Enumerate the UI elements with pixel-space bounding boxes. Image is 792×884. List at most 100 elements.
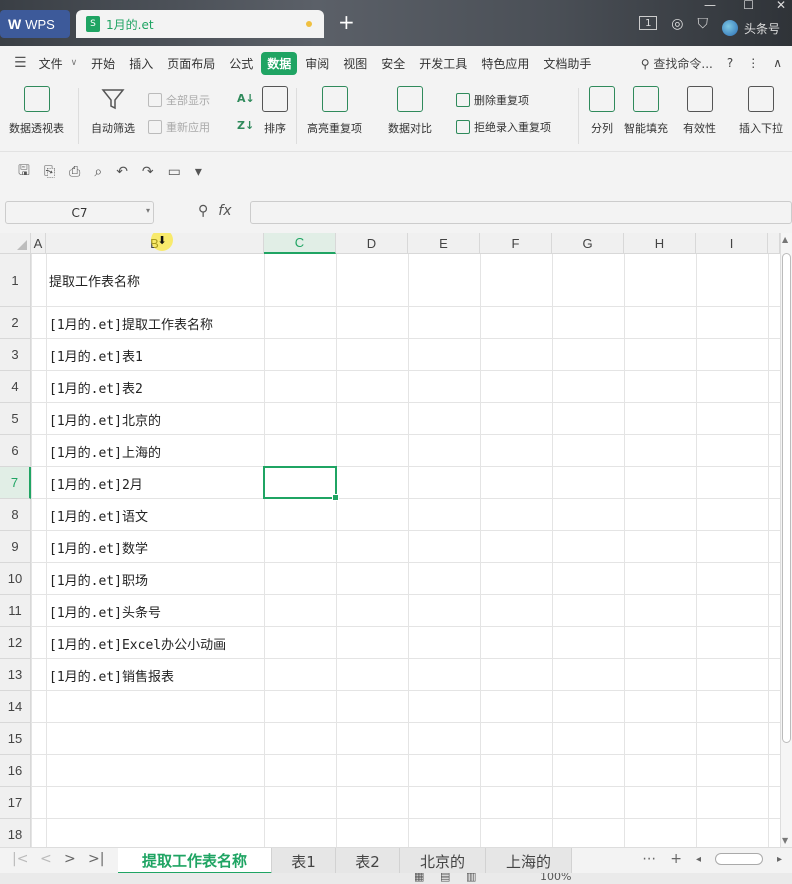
next-sheet-icon[interactable]: > xyxy=(64,851,76,867)
formula-input[interactable] xyxy=(250,201,792,224)
zoom-icon[interactable]: ⚲ xyxy=(198,203,208,219)
print-icon[interactable]: ⎙ xyxy=(69,164,80,180)
data-validation-button[interactable]: 有效性 xyxy=(683,86,716,136)
insert-dropdown-button[interactable]: 插入下拉 xyxy=(739,86,783,136)
menu-home[interactable]: 开始 xyxy=(85,52,121,75)
sort-ascending-button[interactable]: A↓ xyxy=(237,92,255,105)
cell-b10[interactable]: [1月的.et]职场 xyxy=(46,563,264,595)
chevron-down-icon[interactable]: ▾ xyxy=(146,206,150,215)
cell-b3[interactable]: [1月的.et]表1 xyxy=(46,339,264,371)
menu-file[interactable]: 文件 xyxy=(33,52,69,75)
menu-insert[interactable]: 插入 xyxy=(123,52,159,75)
page-break-view-icon[interactable]: ▥ xyxy=(466,873,476,883)
column-header-g[interactable]: G xyxy=(552,233,624,254)
cell-b16[interactable] xyxy=(46,755,264,787)
column-header-i[interactable]: I xyxy=(696,233,768,254)
cell-b13[interactable]: [1月的.et]销售报表 xyxy=(46,659,264,691)
customize-toolbar-icon[interactable]: ▾ xyxy=(195,164,202,180)
minimize-icon[interactable]: — xyxy=(704,0,716,12)
scroll-down-icon[interactable]: ▼ xyxy=(782,836,788,845)
hamburger-icon[interactable]: ☰ xyxy=(14,55,27,71)
cell-b15[interactable] xyxy=(46,723,264,755)
vertical-scrollbar[interactable]: ▲ ▼ xyxy=(780,233,792,847)
scroll-right-icon[interactable]: ▸ xyxy=(777,854,782,865)
menu-page-layout[interactable]: 页面布局 xyxy=(161,52,221,75)
menu-formulas[interactable]: 公式 xyxy=(223,52,259,75)
save-icon[interactable]: 🖫 xyxy=(18,160,30,184)
format-painter-icon[interactable]: ▭ xyxy=(168,164,181,180)
chevron-down-icon[interactable]: ∨ xyxy=(71,58,78,68)
row-header-9[interactable]: 9 xyxy=(0,531,31,563)
row-header-13[interactable]: 13 xyxy=(0,659,31,691)
select-all-corner[interactable] xyxy=(0,233,31,254)
data-compare-button[interactable]: 数据对比 xyxy=(388,86,432,136)
row-header-6[interactable]: 6 xyxy=(0,435,31,467)
new-tab-button[interactable]: + xyxy=(338,12,355,32)
column-header-f[interactable]: F xyxy=(480,233,552,254)
more-sheets-icon[interactable]: ⋯ xyxy=(642,851,656,867)
cell-b9[interactable]: [1月的.et]数学 xyxy=(46,531,264,563)
column-header-c[interactable]: C xyxy=(264,233,336,254)
cell-b7[interactable]: [1月的.et]2月 xyxy=(46,467,264,499)
column-header-e[interactable]: E xyxy=(408,233,480,254)
last-sheet-icon[interactable]: >| xyxy=(88,851,104,867)
cell-b12[interactable]: [1月的.et]Excel办公小动画 xyxy=(46,627,264,659)
undo-icon[interactable]: ↶ xyxy=(116,164,128,180)
document-tab[interactable]: S 1月的.et xyxy=(76,10,324,38)
menu-doc-assistant[interactable]: 文档助手 xyxy=(537,52,597,75)
cell-b5[interactable]: [1月的.et]北京的 xyxy=(46,403,264,435)
remove-duplicates-button[interactable]: 删除重复项 xyxy=(456,92,529,108)
print-preview-icon[interactable]: ⌕ xyxy=(94,164,102,180)
row-header-14[interactable]: 14 xyxy=(0,691,31,723)
more-icon[interactable]: ⋮ xyxy=(747,56,759,70)
show-all-button[interactable]: 全部显示 xyxy=(148,92,210,108)
menu-security[interactable]: 安全 xyxy=(375,52,411,75)
text-to-columns-button[interactable]: 分列 xyxy=(589,86,615,136)
sheet-tab-beijing[interactable]: 北京的 xyxy=(400,848,486,874)
row-header-17[interactable]: 17 xyxy=(0,787,31,819)
sheet-tab-table1[interactable]: 表1 xyxy=(272,848,336,874)
previous-sheet-icon[interactable]: < xyxy=(40,851,52,867)
menu-review[interactable]: 审阅 xyxy=(299,52,335,75)
column-header-d[interactable]: D xyxy=(336,233,408,254)
active-cell-c7[interactable] xyxy=(263,466,339,501)
cell-b11[interactable]: [1月的.et]头条号 xyxy=(46,595,264,627)
skin-icon[interactable]: ◎ xyxy=(671,16,683,32)
menu-developer[interactable]: 开发工具 xyxy=(413,52,473,75)
cell-b18[interactable] xyxy=(46,819,264,847)
row-header-15[interactable]: 15 xyxy=(0,723,31,755)
cell-b6[interactable]: [1月的.et]上海的 xyxy=(46,435,264,467)
help-icon[interactable]: ? xyxy=(727,56,733,70)
row-header-4[interactable]: 4 xyxy=(0,371,31,403)
row-header-11[interactable]: 11 xyxy=(0,595,31,627)
sheet-tab-table2[interactable]: 表2 xyxy=(336,848,400,874)
maximize-icon[interactable]: ☐ xyxy=(743,0,754,12)
row-header-5[interactable]: 5 xyxy=(0,403,31,435)
row-header-16[interactable]: 16 xyxy=(0,755,31,787)
cell-b4[interactable]: [1月的.et]表2 xyxy=(46,371,264,403)
cell-b2[interactable]: [1月的.et]提取工作表名称 xyxy=(46,307,264,339)
scroll-up-icon[interactable]: ▲ xyxy=(782,235,788,244)
sort-descending-button[interactable]: Z↓ xyxy=(237,119,254,132)
name-box[interactable]: C7 ▾ xyxy=(5,201,154,224)
pivot-table-button[interactable]: 数据透视表 xyxy=(9,86,64,136)
cell-b1[interactable]: 提取工作表名称 xyxy=(46,254,264,307)
wps-home-tab[interactable]: W WPS xyxy=(0,10,70,38)
command-search[interactable]: ⚲ 查找命令... xyxy=(641,55,713,72)
zoom-level[interactable]: 100% xyxy=(540,873,571,883)
row-header-10[interactable]: 10 xyxy=(0,563,31,595)
menu-special-apps[interactable]: 特色应用 xyxy=(475,52,535,75)
sheet-tab-shanghai[interactable]: 上海的 xyxy=(486,848,572,874)
column-header-h[interactable]: H xyxy=(624,233,696,254)
row-header-3[interactable]: 3 xyxy=(0,339,31,371)
export-pdf-icon[interactable]: ⎘ xyxy=(44,164,55,180)
row-header-18[interactable]: 18 xyxy=(0,819,31,847)
username[interactable]: 头条号 xyxy=(744,20,780,37)
menu-data[interactable]: 数据 xyxy=(261,51,298,75)
scroll-left-icon[interactable]: ◂ xyxy=(696,854,701,865)
menu-view[interactable]: 视图 xyxy=(337,52,373,75)
redo-icon[interactable]: ↷ xyxy=(142,164,154,180)
sort-button[interactable]: 排序 xyxy=(262,86,288,136)
cell-b14[interactable] xyxy=(46,691,264,723)
highlight-duplicates-button[interactable]: 高亮重复项 xyxy=(307,86,362,136)
